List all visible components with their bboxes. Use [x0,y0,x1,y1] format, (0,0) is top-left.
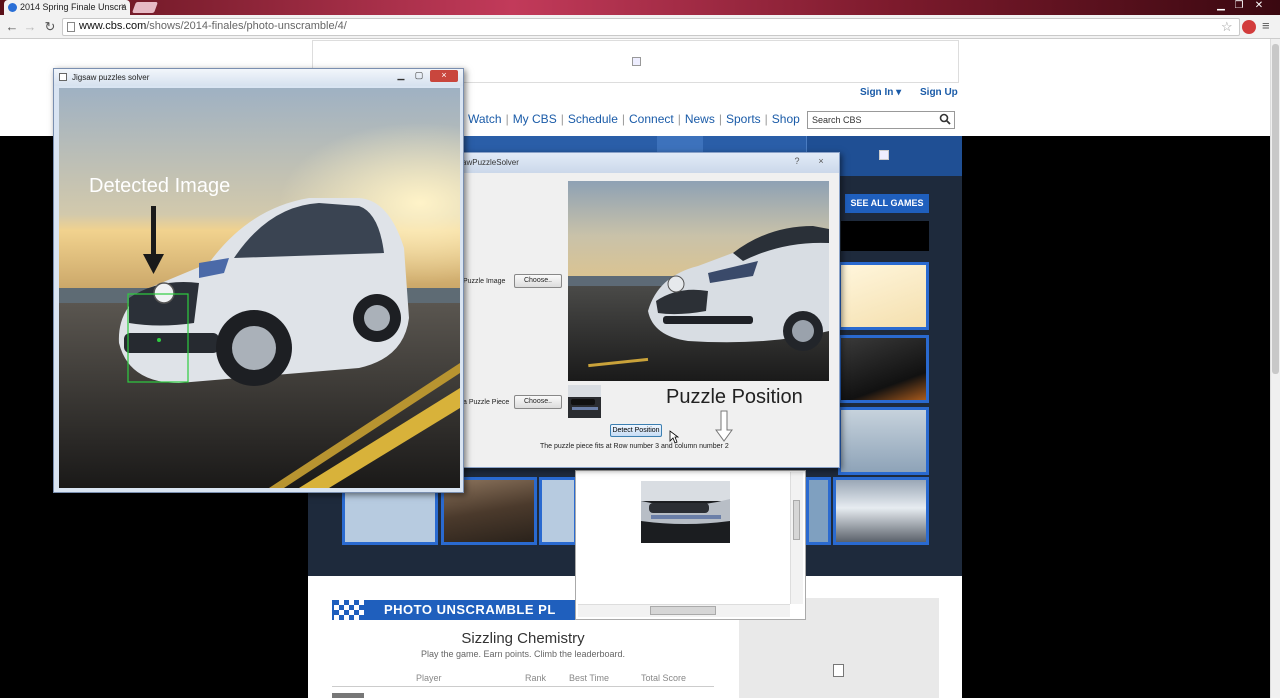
browser-tab-strip [0,0,1280,15]
puzzle-piece-label: a Puzzle Piece [463,399,510,406]
nav-schedule[interactable]: Schedule [568,112,618,126]
close-window-icon[interactable]: ✕ [1250,0,1268,12]
close-icon[interactable]: × [812,155,830,167]
column-best-time: Best Time [569,673,610,683]
result-text: The puzzle piece fits at Row number 3 an… [540,443,729,450]
puzzle-tile[interactable] [838,407,929,475]
jigsaw-title: Jigsaw puzzles solver [72,73,150,82]
new-tab-button[interactable] [131,2,159,13]
vertical-scrollbar-thumb[interactable] [793,500,800,540]
checkered-flag-icon [334,600,364,620]
url-path: /shows/2014-finales/photo-unscramble/4/ [146,20,347,32]
puzzle-image-preview [568,181,829,381]
sign-up-link[interactable]: Sign Up [920,87,958,98]
url-domain: www.cbs.com [79,20,147,32]
puzzle-tile[interactable] [539,477,577,545]
puzzle-piece-thumbnail [568,385,601,418]
puzzle-tile[interactable] [838,335,929,403]
help-icon[interactable]: ? [788,155,806,167]
detected-image-label: Detected Image [89,175,231,197]
broken-image-icon [632,57,641,66]
puzzle-tile[interactable] [833,477,929,545]
app-icon [59,73,67,81]
nav-shop[interactable]: Shop [772,112,800,126]
nav-sports[interactable]: Sports [726,112,761,126]
choose-image-button[interactable]: Choose.. [514,274,562,288]
horizontal-scrollbar-thumb[interactable] [650,606,716,615]
extension-icon[interactable] [1242,20,1256,34]
puzzle-piece-preview [641,481,730,543]
page-icon [67,22,75,32]
menu-icon[interactable]: ≡ [1262,18,1270,33]
back-arrow-icon[interactable]: ← [4,19,20,35]
chevron-down-icon: ▾ [896,87,902,98]
detect-position-button[interactable]: Detect Position [610,424,662,437]
reload-icon[interactable]: ↻ [42,19,58,35]
avatar [332,693,364,698]
puzzle-tile[interactable] [806,477,831,545]
cbs-favicon-icon [8,3,17,12]
main-nav: Watch | My CBS | Schedule | Connect | News | Sport… [468,112,800,126]
divider [332,686,714,687]
puzzle-image-label: Puzzle Image [463,278,506,285]
puzzle-tile[interactable] [838,262,929,330]
puzzle-position-label: Puzzle Position [666,386,803,408]
forward-arrow-icon[interactable]: → [22,19,38,35]
address-bar[interactable]: www.cbs.com/shows/2014-finales/photo-uns… [62,18,1240,36]
column-total-score: Total Score [641,673,687,683]
arrow-down-icon [715,410,733,442]
maximize-icon[interactable]: ▢ [411,70,427,82]
sign-in-label: Sign In [860,87,894,98]
column-rank: Rank [525,673,547,683]
nav-my-cbs[interactable]: My CBS [513,112,557,126]
minimize-window-icon[interactable]: ▁ [1212,0,1230,12]
nav-watch[interactable]: Watch [468,112,502,126]
sign-in-link[interactable]: Sign In ▾ [860,87,901,98]
solver-title: awPuzzleSolver [462,158,519,167]
tab-close-icon[interactable]: × [121,1,126,11]
game-black-strip [841,221,929,251]
cursor-icon [669,430,679,444]
nav-connect[interactable]: Connect [629,112,674,126]
restore-window-icon[interactable]: ❐ [1230,0,1248,12]
nav-news[interactable]: News [685,112,715,126]
broken-image-icon [833,664,844,677]
column-player: Player [416,673,442,683]
tab-title: 2014 Spring Finale Unscra [20,2,127,12]
see-all-games-button[interactable]: SEE ALL GAMES [845,194,929,213]
detected-image-canvas [59,88,460,488]
bookmark-star-icon[interactable]: ☆ [1221,19,1233,35]
search-input[interactable]: Search CBS [807,111,955,129]
game-title: Sizzling Chemistry [461,630,585,647]
page-scrollbar-thumb[interactable] [1272,44,1279,374]
game-subtitle: Play the game. Earn points. Climb the le… [420,649,626,659]
minimize-icon[interactable]: ▁ [393,70,409,82]
browser-tab[interactable]: 2014 Spring Finale Unscra × [4,0,130,15]
search-icon[interactable] [939,113,951,125]
choose-piece-button[interactable]: Choose.. [514,395,562,409]
close-icon[interactable]: × [430,70,458,82]
